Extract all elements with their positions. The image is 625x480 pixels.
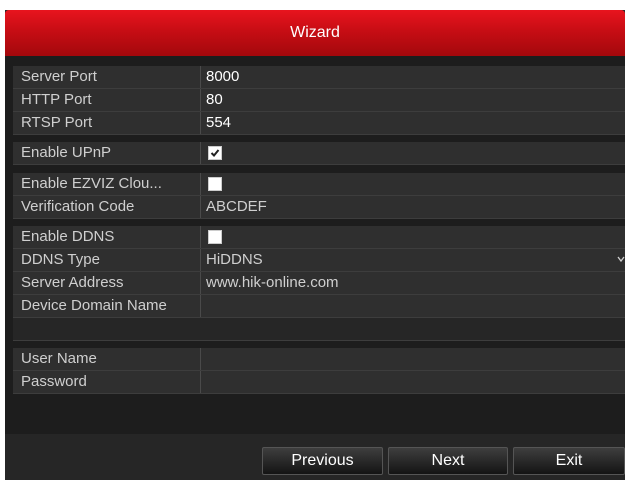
username-label: User Name <box>21 350 97 367</box>
ddns-checkbox[interactable] <box>208 230 222 244</box>
upnp-checkbox[interactable] <box>208 146 222 160</box>
http-port-row: HTTP Port 80 <box>13 89 625 112</box>
server-port-field[interactable]: 8000 <box>206 68 239 85</box>
server-address-field[interactable]: www.hik-online.com <box>206 274 339 291</box>
server-port-row: Server Port 8000 <box>13 66 625 89</box>
divider <box>200 226 201 248</box>
button-bar: Previous Next Exit <box>5 434 625 480</box>
verification-code-row: Verification Code ABCDEF <box>13 196 625 219</box>
chevron-down-icon[interactable] <box>617 255 625 263</box>
settings-panel: Server Port 8000 HTTP Port 80 RTSP Port … <box>5 56 625 434</box>
divider <box>200 196 201 218</box>
divider <box>200 89 201 111</box>
upnp-label: Enable UPnP <box>21 144 112 161</box>
rtsp-port-row: RTSP Port 554 <box>13 112 625 135</box>
divider <box>200 348 201 370</box>
next-button[interactable]: Next <box>388 447 508 475</box>
divider <box>200 66 201 88</box>
spacer-row <box>13 318 625 341</box>
ddns-enable-label: Enable DDNS <box>21 228 115 245</box>
divider <box>200 173 201 195</box>
username-row: User Name <box>13 348 625 371</box>
dialog-title: Wizard <box>290 24 340 41</box>
title-bar: Wizard <box>5 10 625 56</box>
previous-button[interactable]: Previous <box>262 447 383 475</box>
ddns-type-row: DDNS Type HiDDNS <box>13 249 625 272</box>
server-address-row: Server Address www.hik-online.com <box>13 272 625 295</box>
ezviz-label: Enable EZVIZ Clou... <box>21 175 162 192</box>
server-address-label: Server Address <box>21 274 124 291</box>
rtsp-port-label: RTSP Port <box>21 114 93 131</box>
divider <box>200 112 201 134</box>
rtsp-port-field[interactable]: 554 <box>206 114 231 131</box>
divider <box>200 371 201 393</box>
ezviz-checkbox[interactable] <box>208 177 222 191</box>
http-port-field[interactable]: 80 <box>206 91 223 108</box>
verification-code-field[interactable]: ABCDEF <box>206 198 267 215</box>
divider <box>200 142 201 164</box>
server-port-label: Server Port <box>21 68 97 85</box>
device-domain-row: Device Domain Name <box>13 295 625 318</box>
ddns-enable-row: Enable DDNS <box>13 226 625 249</box>
divider <box>200 249 201 271</box>
divider <box>200 272 201 294</box>
verification-code-label: Verification Code <box>21 198 135 215</box>
ezviz-row: Enable EZVIZ Clou... <box>13 173 625 196</box>
ddns-type-label: DDNS Type <box>21 251 100 268</box>
http-port-label: HTTP Port <box>21 91 92 108</box>
exit-button[interactable]: Exit <box>513 447 625 475</box>
password-row: Password <box>13 371 625 394</box>
wizard-dialog: Wizard Server Port 8000 HTTP Port 80 RTS… <box>5 10 625 480</box>
divider <box>200 295 201 317</box>
password-label: Password <box>21 373 87 390</box>
upnp-row: Enable UPnP <box>13 142 625 165</box>
device-domain-label: Device Domain Name <box>21 297 167 314</box>
ddns-type-select[interactable]: HiDDNS <box>206 251 263 268</box>
checkmark-icon <box>210 149 220 157</box>
